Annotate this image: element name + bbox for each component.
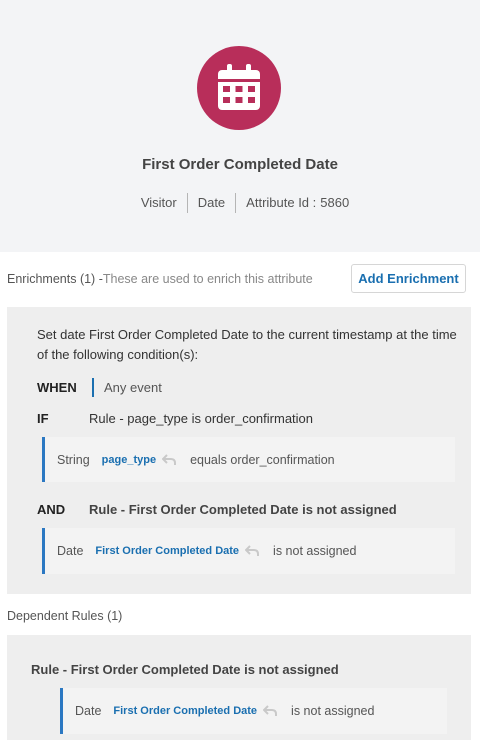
when-keyword: WHEN <box>37 380 77 395</box>
condition-token[interactable]: First Order Completed Date <box>113 705 257 717</box>
if-condition: String page_type equals order_confirmati… <box>57 437 335 482</box>
dependent-rules-heading: Dependent Rules (1) <box>7 609 123 623</box>
enrichments-label: Enrichments (1) - <box>7 272 103 286</box>
attribute-title: First Order Completed Date <box>142 156 338 173</box>
attribute-type: Date <box>197 195 226 210</box>
attribute-header: First Order Completed Date Visitor Date … <box>0 0 480 252</box>
dependent-rule-title: Rule - First Order Completed Date is not… <box>31 662 339 677</box>
attribute-id-label: Attribute Id : <box>246 195 317 210</box>
undo-icon[interactable] <box>161 453 177 466</box>
and-keyword: AND <box>37 502 66 517</box>
attribute-id-value: 5860 <box>320 195 350 210</box>
when-value: Any event <box>104 380 162 395</box>
attribute-avatar <box>197 46 281 130</box>
condition-type: Date <box>57 544 84 558</box>
calendar-icon <box>218 64 260 110</box>
condition-token[interactable]: First Order Completed Date <box>95 545 239 557</box>
and-rule-title: Rule - First Order Completed Date is not… <box>89 502 397 517</box>
add-enrichment-button[interactable]: Add Enrichment <box>351 264 466 293</box>
enrichments-description: These are used to enrich this attribute <box>102 272 313 286</box>
condition-type: String <box>57 452 90 467</box>
if-rule-title: Rule - page_type is order_confirmation <box>89 411 314 426</box>
condition-operator: is not assigned <box>273 544 357 558</box>
if-condition-card: String page_type equals order_confirmati… <box>42 437 455 482</box>
condition-type: Date <box>75 704 102 718</box>
undo-icon[interactable] <box>244 545 260 557</box>
enrichment-statement: Set date First Order Completed Date to t… <box>37 327 457 362</box>
dependent-condition: Date First Order Completed Date is not a… <box>75 688 374 734</box>
attribute-meta: Visitor Date Attribute Id : 5860 <box>0 193 480 213</box>
and-condition-card: Date First Order Completed Date is not a… <box>42 528 455 574</box>
enrichments-heading: Enrichments (1) -These are used to enric… <box>7 272 313 286</box>
condition-operator: is not assigned <box>291 704 375 718</box>
dependent-condition-card: Date First Order Completed Date is not a… <box>60 688 447 734</box>
condition-token[interactable]: page_type <box>102 454 156 466</box>
undo-icon[interactable] <box>262 705 278 717</box>
condition-operator: equals order_confirmation <box>190 452 335 467</box>
when-divider <box>92 378 94 397</box>
attribute-scope: Visitor <box>140 195 177 210</box>
if-keyword: IF <box>37 411 49 426</box>
and-condition: Date First Order Completed Date is not a… <box>57 528 356 574</box>
attribute-id-group: Attribute Id : 5860 <box>236 193 349 213</box>
